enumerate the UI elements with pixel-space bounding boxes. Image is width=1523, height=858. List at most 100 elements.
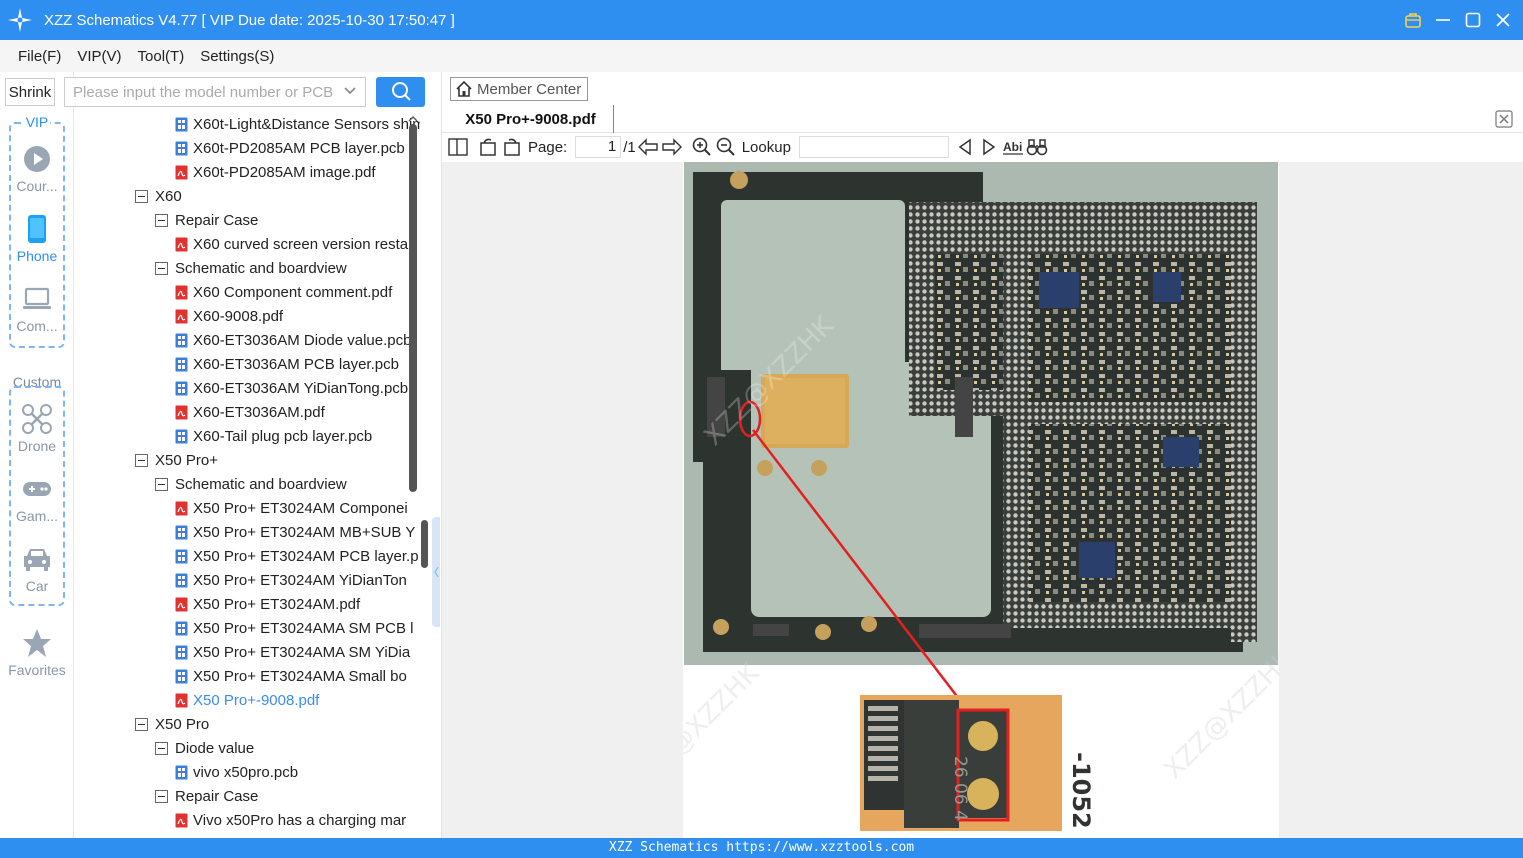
car-icon xyxy=(22,544,52,574)
find-next-icon[interactable] xyxy=(977,135,1001,159)
collapse-toggle-icon[interactable] xyxy=(135,717,148,731)
tree-folder[interactable]: X50 Pro+ xyxy=(135,448,218,472)
rail-item-courses[interactable]: Cour... xyxy=(0,144,74,194)
collapse-toggle-icon[interactable] xyxy=(155,477,168,491)
tree-file[interactable]: X60-ET3036AM PCB layer.pcb xyxy=(175,352,399,376)
tree-file[interactable]: X60 curved screen version restai xyxy=(175,232,411,256)
tree-scrollbar-thumb[interactable] xyxy=(409,124,417,492)
rotate-left-icon[interactable] xyxy=(476,135,500,159)
tree-folder[interactable]: Diode value xyxy=(155,736,254,760)
close-tab-icon[interactable] xyxy=(1495,110,1513,128)
tree-item-label: X50 Pro+ ET3024AMA SM PCB l xyxy=(193,619,414,637)
home-icon xyxy=(455,80,473,98)
menu-tool[interactable]: Tool(T) xyxy=(138,48,185,65)
search-input[interactable] xyxy=(73,83,335,101)
tree-item-label: X60 Component comment.pdf xyxy=(193,283,393,301)
tree-file[interactable]: X50 Pro+ ET3024AM MB+SUB Y xyxy=(175,520,415,544)
laptop-icon xyxy=(22,284,52,314)
watermark: XZZ@XZZHK xyxy=(683,658,766,800)
tree-file[interactable]: X50 Pro+ ET3024AMA SM YiDia xyxy=(175,640,410,664)
rail-item-car[interactable]: Car xyxy=(0,544,74,594)
tree-folder[interactable]: X60 xyxy=(135,184,182,208)
collapse-toggle-icon[interactable] xyxy=(135,189,148,203)
tree-file[interactable]: X60t-Light&Distance Sensors shim xyxy=(175,112,420,136)
secondary-scroll-thumb[interactable] xyxy=(421,520,428,568)
tree-item-label: X50 Pro+-9008.pdf xyxy=(193,691,320,709)
tree-folder[interactable]: Repair Case xyxy=(155,208,258,232)
sidebar-toggle-icon[interactable] xyxy=(446,135,470,159)
binoculars-icon[interactable] xyxy=(1025,135,1049,159)
tab-document[interactable]: X50 Pro+-9008.pdf xyxy=(448,105,614,133)
tree-item-label: Repair Case xyxy=(175,211,259,229)
tree-item-label: X60-ET3036AM PCB layer.pcb xyxy=(193,355,399,373)
tree-file[interactable]: X50 Pro+ ET3024AMA SM PCB l xyxy=(175,616,414,640)
pdf-file-icon xyxy=(175,285,188,300)
tree-file[interactable]: X60t-PD2085AM image.pdf xyxy=(175,160,376,184)
collapse-toggle-icon[interactable] xyxy=(155,213,168,227)
tree-file[interactable]: X60-9008.pdf xyxy=(175,304,283,328)
collapse-toggle-icon[interactable] xyxy=(135,453,148,467)
rail-item-games[interactable]: Gam... xyxy=(0,474,74,524)
tree-scrollbar[interactable] xyxy=(408,112,418,838)
tree-file[interactable]: X60-ET3036AM.pdf xyxy=(175,400,325,424)
minimize-icon[interactable] xyxy=(1433,10,1453,30)
rail-item-favorites[interactable]: Favorites xyxy=(0,628,74,678)
menu-settings[interactable]: Settings(S) xyxy=(200,48,274,65)
pdf-file-icon xyxy=(175,501,188,516)
page-number-input[interactable]: 1 xyxy=(575,136,622,158)
shrink-button[interactable]: Shrink xyxy=(5,78,55,106)
tree-item-label: X60t-PD2085AM PCB layer.pcb xyxy=(193,139,405,157)
maximize-icon[interactable] xyxy=(1463,10,1483,30)
tree-folder[interactable]: Schematic and boardview xyxy=(155,472,347,496)
collapse-toggle-icon[interactable] xyxy=(155,789,168,803)
close-icon[interactable] xyxy=(1493,10,1513,30)
tree-folder[interactable]: X50 Pro xyxy=(135,712,209,736)
pdf-viewer[interactable]: 26 06 4 -1052 XZZ@XZZHK XZZ@XZZHK XZZ@XZ… xyxy=(442,162,1523,838)
tree-file[interactable]: X60t-PD2085AM PCB layer.pcb xyxy=(175,136,405,160)
tree-file[interactable]: X60-ET3036AM YiDianTong.pcb xyxy=(175,376,408,400)
prev-page-arrow-icon[interactable] xyxy=(636,135,660,159)
tree-folder[interactable]: Schematic and boardview xyxy=(155,256,347,280)
tree-item-label: X60t-PD2085AM image.pdf xyxy=(193,163,376,181)
next-page-arrow-icon[interactable] xyxy=(660,135,684,159)
find-previous-icon[interactable] xyxy=(953,135,977,159)
chevron-down-icon[interactable] xyxy=(343,84,357,101)
pcb-file-icon xyxy=(175,429,188,444)
rail-item-drone[interactable]: Drone xyxy=(0,404,74,454)
tree-folder[interactable]: Repair Case xyxy=(155,784,258,808)
rotate-right-icon[interactable] xyxy=(500,135,524,159)
zoom-in-icon[interactable] xyxy=(690,135,714,159)
tree-item-label: Vivo x50Pro has a charging mar xyxy=(193,811,407,829)
match-case-icon[interactable]: Abi xyxy=(1001,135,1025,159)
vip-bag-icon[interactable] xyxy=(1403,10,1423,30)
tree-file[interactable]: X60-ET3036AM Diode value.pcb xyxy=(175,328,411,352)
tree-file[interactable]: X50 Pro+ ET3024AM Componei xyxy=(175,496,408,520)
rail-item-phone[interactable]: Phone xyxy=(0,214,74,264)
tree-item-label: X50 Pro+ ET3024AMA SM YiDia xyxy=(193,643,411,661)
tree-file[interactable]: X50 Pro+ ET3024AM.pdf xyxy=(175,592,360,616)
tree-file[interactable]: X60-Tail plug pcb layer.pcb xyxy=(175,424,372,448)
tree-file[interactable]: X60 Component comment.pdf xyxy=(175,280,392,304)
tree-file[interactable]: X50 Pro+-9008.pdf xyxy=(175,688,319,712)
pdf-file-icon xyxy=(175,597,188,612)
member-center-button[interactable]: Member Center xyxy=(450,77,588,101)
lookup-input[interactable] xyxy=(798,136,949,158)
search-button[interactable] xyxy=(376,77,425,107)
collapse-toggle-icon[interactable] xyxy=(155,741,168,755)
menu-file[interactable]: File(F) xyxy=(18,48,61,65)
zoom-out-icon[interactable] xyxy=(714,135,738,159)
tree-file[interactable]: X50 Pro+ ET3024AM YiDianTon xyxy=(175,568,407,592)
tree-file[interactable]: X50 Pro+ ET3024AM PCB layer.p xyxy=(175,544,419,568)
collapse-toggle-icon[interactable] xyxy=(155,261,168,275)
tree-file[interactable]: vivo x50pro.pcb xyxy=(175,760,298,784)
collapse-handle[interactable] xyxy=(432,517,440,627)
rail-item-computer[interactable]: Com... xyxy=(0,284,74,334)
tree-file[interactable]: Vivo x50Pro has a charging mar xyxy=(175,808,406,832)
menu-vip[interactable]: VIP(V) xyxy=(77,48,121,65)
tree-file[interactable]: X50 Pro+ ET3024AMA Small bo xyxy=(175,664,407,688)
zoom-chip-marking-2: -1052 xyxy=(1067,752,1095,829)
pdf-file-icon xyxy=(175,405,188,420)
rail-item-label: Drone xyxy=(17,438,57,454)
tree-item-label: Schematic and boardview xyxy=(175,259,347,277)
model-search-combobox[interactable] xyxy=(64,77,366,107)
